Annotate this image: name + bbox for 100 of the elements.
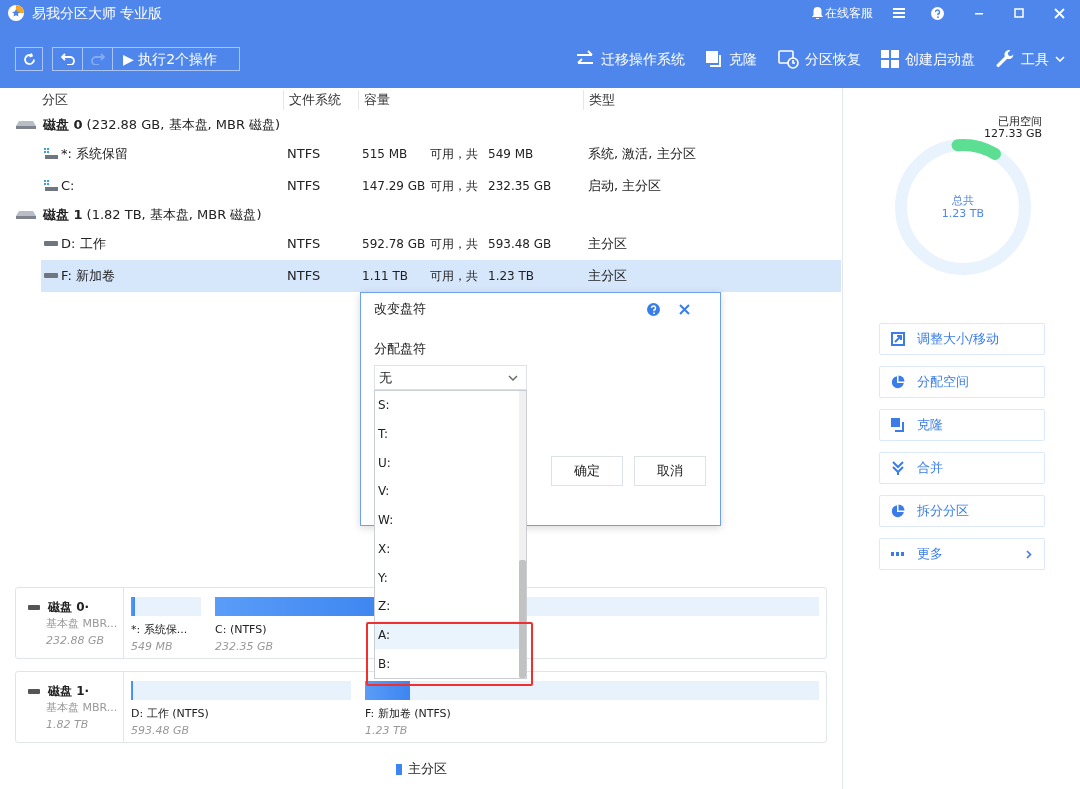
partition-name: C: [61, 177, 76, 196]
action-button[interactable]: 拆分分区 [878, 495, 1045, 527]
windows-icon [881, 50, 899, 68]
disk-label: 磁盘 0 [43, 116, 83, 135]
dropdown-option[interactable]: Z: [375, 591, 519, 621]
disk-drive-icon [16, 120, 36, 130]
column-header: 文件系统 [283, 90, 358, 110]
more-icon [890, 551, 905, 557]
partition-size: 1.23 TB [365, 722, 408, 739]
dropdown-option[interactable]: Y: [375, 563, 519, 592]
column-header: 容量 [358, 90, 583, 110]
file-system: NTFS [287, 177, 322, 196]
total-space: 1.23 TB [488, 268, 535, 285]
toolbar-button[interactable]: 创建启动盘 [881, 48, 975, 70]
dropdown-option[interactable]: V: [375, 477, 519, 506]
help-icon[interactable] [931, 6, 944, 20]
partition-type: 主分区 [588, 235, 627, 254]
field-label: 分配盘符 [373, 340, 427, 358]
disk-label: 磁盘 1 [43, 206, 83, 225]
window-title: 易我分区大师 专业版 [32, 3, 163, 23]
bell-icon [812, 7, 823, 19]
pie-chart-icon [890, 375, 905, 389]
action-button[interactable]: 合并 [878, 452, 1045, 484]
file-system: NTFS [287, 145, 322, 164]
close-icon[interactable] [679, 303, 690, 315]
partition-size: 593.48 GB [131, 722, 190, 739]
partition-name: F: 新加卷 [61, 267, 116, 286]
partition-label: *: 系统保... [131, 622, 188, 638]
dropdown-option[interactable]: B: [375, 649, 519, 679]
action-button[interactable]: 分配空间 [878, 366, 1045, 398]
column-header: 类型 [583, 90, 783, 110]
refresh-button[interactable] [15, 47, 43, 71]
wrench-icon [995, 49, 1015, 69]
drive-clock-icon [777, 49, 799, 69]
cancel-button[interactable]: 取消 [634, 455, 706, 486]
partition-size: 232.35 GB [215, 638, 274, 655]
drive-letter-select[interactable]: 无 [374, 365, 527, 390]
menu-icon[interactable] [893, 8, 905, 18]
drive-icon [28, 688, 40, 694]
total-value: 1.23 TB [941, 207, 985, 220]
free-space: 515 MB [362, 146, 408, 163]
total-space: 593.48 GB [488, 236, 552, 253]
partition-row[interactable]: C: NTFS 147.29 GB 可用，共 232.35 GB 启动, 主分区 [41, 170, 841, 202]
free-space: 1.11 TB [362, 268, 409, 285]
dropdown-option[interactable]: T: [375, 419, 519, 449]
toolbar-button[interactable]: 工具 [995, 48, 1065, 70]
maximize-icon[interactable] [1014, 8, 1024, 18]
dropdown-option[interactable]: S: [375, 391, 519, 420]
partition-name: D: 工作 [61, 235, 107, 254]
partition-label: F: 新加卷 (NTFS) [365, 706, 451, 722]
drive-icon [28, 604, 40, 610]
toolbar-button[interactable]: 分区恢复 [777, 48, 861, 70]
partition-row[interactable]: F: 新加卷 NTFS 1.11 TB 可用，共 1.23 TB 主分区 [41, 260, 841, 292]
partition-type: 启动, 主分区 [588, 177, 662, 196]
help-icon[interactable] [647, 302, 660, 316]
partition-row[interactable]: *: 系统保留 NTFS 515 MB 可用，共 549 MB 系统, 激活, 主分区 [41, 138, 841, 170]
dropdown-option[interactable]: W: [375, 505, 519, 535]
resize-icon [890, 332, 905, 346]
capacity-joiner: 可用，共 [430, 178, 478, 195]
action-button[interactable]: 更多 [878, 538, 1045, 570]
partition-size: 549 MB [131, 638, 173, 655]
partition-label: D: 工作 (NTFS) [131, 706, 209, 722]
capacity-joiner: 可用，共 [430, 236, 478, 253]
clone-icon [890, 418, 905, 432]
disk-info: (232.88 GB, 基本盘, MBR 磁盘) [86, 116, 281, 135]
clone-icon [705, 50, 723, 68]
scrollbar-thumb[interactable] [519, 560, 526, 678]
column-header: 分区 [41, 91, 69, 110]
drive-icon [44, 241, 58, 247]
total-space: 549 MB [488, 146, 534, 163]
action-button[interactable]: 调整大小/移动 [878, 323, 1045, 355]
toolbar-button[interactable]: 克隆 [705, 48, 757, 70]
dropdown-option[interactable]: U: [375, 448, 519, 478]
support-link[interactable]: 在线客服 [825, 4, 873, 22]
total-label: 总共 [952, 194, 974, 207]
partition-type: 系统, 激活, 主分区 [588, 145, 696, 164]
free-space: 592.78 GB [362, 236, 426, 253]
action-button[interactable]: 克隆 [878, 409, 1045, 441]
toolbar-button[interactable]: 迁移操作系统 [575, 48, 685, 70]
app-logo-icon [8, 5, 24, 21]
legend-label: 主分区 [407, 760, 447, 779]
disk-name: 磁盘 0· [48, 599, 90, 616]
system-drive-icon [44, 180, 58, 192]
free-space: 147.29 GB [362, 178, 426, 195]
capacity-joiner: 可用，共 [430, 146, 478, 163]
dropdown-option[interactable]: X: [375, 534, 519, 564]
drive-icon [44, 273, 58, 279]
dropdown-option[interactable]: A: [375, 620, 519, 650]
partition-label: C: (NTFS) [215, 622, 267, 638]
total-space: 232.35 GB [488, 178, 552, 195]
disk-size: 1.82 TB [45, 716, 90, 733]
dialog-title: 改变盘符 [374, 300, 426, 319]
partition-row[interactable]: D: 工作 NTFS 592.78 GB 可用，共 593.48 GB 主分区 [41, 228, 841, 260]
disk-info: (1.82 TB, 基本盘, MBR 磁盘) [86, 206, 262, 225]
undo-icon [60, 53, 75, 65]
disk-name: 磁盘 1· [48, 683, 90, 700]
ok-button[interactable]: 确定 [551, 455, 623, 486]
disk-size: 232.88 GB [45, 632, 106, 649]
disk-drive-icon [16, 210, 36, 220]
chevron-down-icon [1055, 56, 1065, 62]
